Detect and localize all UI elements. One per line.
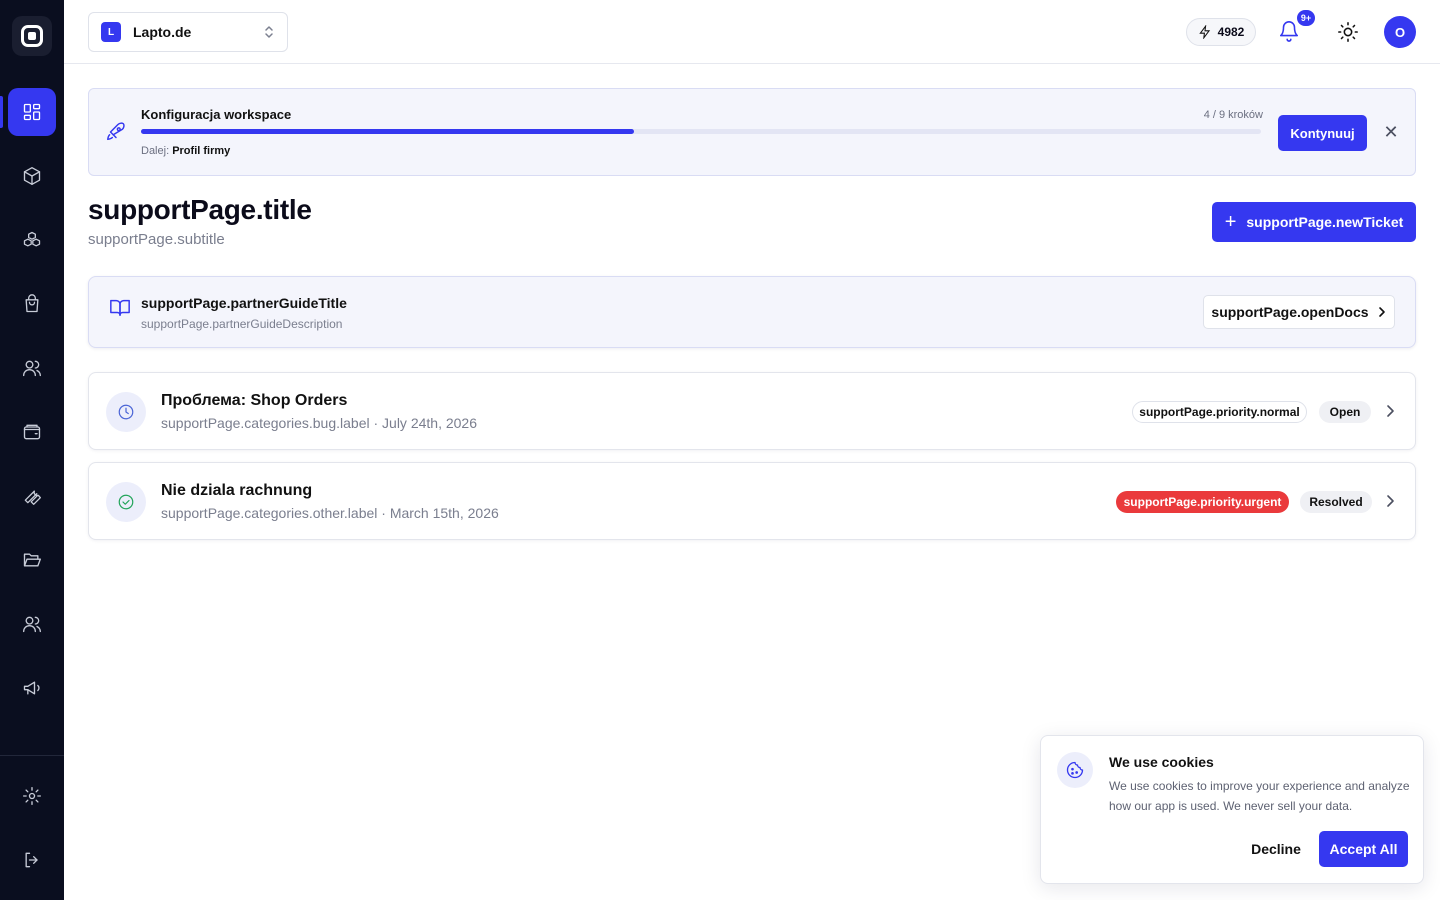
priority-badge: supportPage.priority.normal	[1132, 401, 1307, 423]
sidebar-item-settings[interactable]	[8, 772, 56, 820]
close-icon[interactable]: ✕	[1383, 123, 1399, 141]
guide-title: supportPage.partnerGuideTitle	[141, 295, 347, 311]
sun-icon	[1338, 22, 1358, 42]
workspace-badge: L	[101, 22, 121, 42]
setup-steps: 4 / 9 kroków	[1203, 109, 1263, 121]
page-title: supportPage.title	[88, 194, 312, 225]
team-icon	[23, 616, 41, 633]
ticket-row[interactable]: Nie dziala rachnung supportPage.categori…	[88, 462, 1416, 540]
setup-progress-fill	[141, 129, 634, 134]
accept-all-button[interactable]: Accept All	[1319, 831, 1408, 867]
chevron-updown-icon	[265, 26, 273, 38]
chevron-right-icon	[1378, 307, 1385, 317]
package-icon	[23, 167, 41, 185]
guide-description: supportPage.partnerGuideDescription	[141, 317, 343, 331]
decline-button[interactable]: Decline	[1241, 832, 1311, 866]
chevron-right-icon	[1387, 405, 1394, 417]
setup-next-label: Dalej:	[141, 145, 170, 157]
bell-icon	[1279, 21, 1299, 42]
clock-icon	[106, 392, 146, 432]
credits-count: 4982	[1217, 25, 1245, 39]
theme-toggle[interactable]	[1337, 21, 1359, 43]
sidebar-item-tools[interactable]	[8, 472, 56, 520]
setup-title: Konfiguracja workspace	[141, 107, 292, 122]
check-circle-icon	[106, 482, 146, 522]
setup-next-value: Profil firmy	[172, 145, 231, 157]
logout-icon	[25, 852, 38, 868]
status-badge: Open	[1319, 401, 1371, 423]
sidebar-item-wallet[interactable]	[8, 408, 56, 456]
sidebar-item-customers[interactable]	[8, 344, 56, 392]
sidebar-item-orders[interactable]	[8, 280, 56, 328]
lightning-icon	[1198, 25, 1210, 39]
open-docs-button[interactable]: supportPage.openDocs	[1203, 295, 1395, 329]
wrench-icon	[24, 490, 41, 505]
avatar[interactable]: O	[1384, 16, 1416, 48]
sidebar-item-dashboard[interactable]	[8, 88, 56, 136]
topbar: L Lapto.de 4982 9+ O	[64, 0, 1440, 64]
book-open-icon	[109, 296, 131, 318]
new-ticket-button[interactable]: + supportPage.newTicket	[1212, 202, 1416, 242]
priority-badge: supportPage.priority.urgent	[1116, 491, 1289, 513]
credits-badge[interactable]: 4982	[1186, 18, 1256, 46]
plus-icon: +	[1224, 211, 1237, 233]
settings-icon	[23, 787, 41, 805]
active-indicator	[0, 96, 3, 128]
page-subtitle: supportPage.subtitle	[88, 231, 225, 248]
workspace-name: Lapto.de	[133, 24, 192, 40]
setup-banner: Konfiguracja workspace 4 / 9 kroków Dale…	[88, 88, 1416, 176]
sidebar-item-logout[interactable]	[8, 836, 56, 884]
folder-open-icon	[23, 553, 41, 567]
shopping-bag-icon	[25, 294, 39, 313]
megaphone-icon	[23, 681, 40, 695]
setup-progress	[141, 129, 1261, 134]
chevron-right-icon	[1387, 495, 1394, 507]
wallet-icon	[23, 424, 41, 440]
rocket-icon	[105, 121, 127, 143]
setup-next: Dalej: Profil firmy	[141, 145, 230, 157]
open-docs-label: supportPage.openDocs	[1211, 304, 1369, 320]
cookie-dialog: We use cookies We use cookies to improve…	[1040, 735, 1424, 884]
ticket-title: Nie dziala rachnung	[161, 482, 313, 499]
cookie-icon	[1057, 752, 1093, 788]
cookie-title: We use cookies	[1109, 754, 1214, 770]
sidebar-item-files[interactable]	[8, 536, 56, 584]
sidebar-divider	[0, 755, 64, 756]
workspace-selector[interactable]: L Lapto.de	[88, 12, 288, 52]
status-badge: Resolved	[1300, 491, 1372, 513]
notifications-badge: 9+	[1297, 10, 1315, 26]
sidebar	[0, 0, 64, 900]
dashboard-icon	[23, 103, 41, 121]
app-logo[interactable]	[12, 16, 52, 56]
sidebar-item-integrations[interactable]	[8, 216, 56, 264]
sidebar-item-team[interactable]	[8, 600, 56, 648]
continue-button[interactable]: Kontynuuj	[1278, 115, 1367, 151]
boxes-icon	[23, 231, 41, 247]
sidebar-item-products[interactable]	[8, 152, 56, 200]
new-ticket-label: supportPage.newTicket	[1246, 214, 1404, 230]
partner-guide-card: supportPage.partnerGuideTitle supportPag…	[88, 276, 1416, 348]
ticket-row[interactable]: Проблема: Shop Orders supportPage.catego…	[88, 372, 1416, 450]
users-icon	[23, 360, 41, 377]
ticket-meta: supportPage.categories.other.label · Mar…	[161, 505, 499, 521]
cookie-text: We use cookies to improve your experienc…	[1109, 779, 1410, 813]
ticket-title: Проблема: Shop Orders	[161, 392, 348, 409]
sidebar-item-marketing[interactable]	[8, 664, 56, 712]
ticket-meta: supportPage.categories.bug.label · July …	[161, 415, 477, 431]
